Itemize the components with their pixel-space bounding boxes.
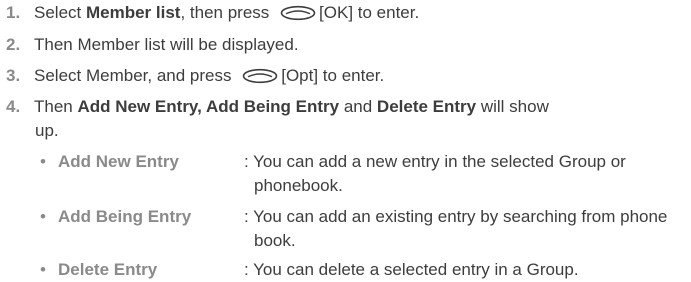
step-number: 2. (6, 35, 21, 54)
option-label: Delete Entry (58, 260, 158, 279)
step-text-cont: up. (35, 121, 59, 140)
step-text: Then Add New Entry, Add Being Entry and … (34, 95, 549, 119)
step-number: 4. (6, 97, 21, 116)
instruction-document: 1. Select Member list, then press [OK] t… (0, 0, 691, 282)
option-add-being-entry: • Add Being Entry : You can add an exist… (40, 205, 691, 253)
option-add-new-entry: • Add New Entry : You can add a new entr… (40, 150, 691, 198)
option-name-delete: Delete Entry (376, 97, 477, 116)
step-key-text: [OK] to enter. (319, 3, 420, 22)
menu-name-member-list: Member list (85, 3, 181, 22)
step-text-pre: Select (34, 3, 86, 22)
step-number: 3. (6, 66, 21, 85)
option-label: Add Being Entry (58, 207, 192, 226)
step-number: 1. (6, 3, 21, 22)
step-text: Select Member list, then press [OK] to e… (34, 1, 419, 25)
step-4-continuation: up. (35, 119, 685, 143)
step-text-pre: Then (34, 97, 78, 116)
bullet: • (40, 207, 46, 226)
option-label: Add New Entry (58, 152, 179, 171)
option-description: : You can add an existing entry by searc… (244, 207, 668, 250)
step-text: Select Member, and press [Opt] to enter. (34, 64, 384, 88)
ok-key-icon (280, 5, 316, 21)
step-text-pre: Select Member, and press (34, 66, 237, 85)
step-text-post: will show (476, 97, 549, 116)
bullet: • (40, 152, 46, 171)
option-description: : You can add a new entry in the selecte… (244, 152, 626, 195)
step-key-text: [Opt] to enter. (281, 66, 385, 85)
option-description: : You can delete a selected entry in a G… (244, 260, 579, 279)
bullet: • (40, 260, 46, 279)
step-text: Then Member list will be displayed. (34, 35, 299, 54)
opt-key-icon (242, 68, 278, 84)
step-text-mid: and (339, 97, 377, 116)
option-names: Add New Entry, Add Being Entry (77, 97, 340, 116)
step-text-mid: , then press (180, 3, 275, 22)
option-delete-entry: • Delete Entry : You can delete a select… (40, 258, 691, 282)
